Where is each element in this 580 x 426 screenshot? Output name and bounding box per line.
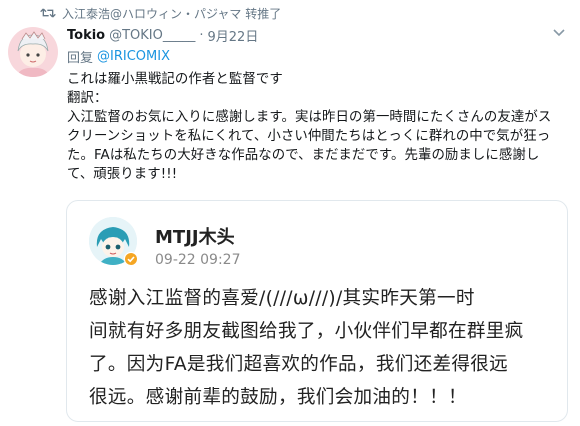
tweet-date[interactable]: 9月22日 bbox=[208, 26, 259, 45]
tweet-text-line: 翻訳： bbox=[67, 91, 108, 106]
avatar[interactable] bbox=[8, 27, 58, 77]
retweet-icon bbox=[40, 8, 56, 18]
quoted-post-text: 感谢入江监督的喜爱/(///ω///)/其实昨天第一时 间就有好多朋友截图给我了… bbox=[89, 282, 559, 414]
quoted-text-line: 很远。感谢前辈的鼓励，我们会加油的！！！ bbox=[89, 387, 467, 408]
quoted-post-card[interactable]: MTJJ木头 09-22 09:27 感谢入江监督的喜爱/(///ω///)/其… bbox=[66, 200, 568, 422]
reply-mention-link[interactable]: @IRICOMIX bbox=[97, 49, 170, 64]
tweet-text-line: クリーンショットを私にくれて、小さい仲間たちはとっくに群れの中で気が狂っ bbox=[67, 129, 551, 144]
user-handle[interactable]: @TOKIO_____ bbox=[109, 28, 195, 43]
retweet-indicator: 入江泰浩@ハロウィン・パジャマ 转推了 bbox=[40, 5, 281, 21]
quoted-text-line: 了。因为FA是我们超喜欢的作品，我们还差得很远 bbox=[89, 354, 509, 375]
reply-label: 回复 bbox=[67, 50, 94, 66]
tweet-header: Tokio @TOKIO_____ · 9月22日 bbox=[67, 26, 259, 45]
chevron-down-icon[interactable] bbox=[552, 28, 566, 38]
separator-dot: · bbox=[199, 27, 204, 43]
quoted-text-line: 间就有好多朋友截图给我了，小伙伴们早都在群里疯 bbox=[89, 321, 524, 342]
tweet-text-line: た。FAは私たちの大好きな作品なので、まだまだです。先輩の励ましに感謝し bbox=[67, 148, 540, 163]
user-avatar-image bbox=[8, 27, 58, 77]
tweet-text-line: これは羅小黒戦記の作者と監督です bbox=[67, 72, 283, 87]
display-name[interactable]: Tokio bbox=[67, 28, 105, 43]
quoted-text-line: 感谢入江监督的喜爱/(///ω///)/其实昨天第一时 bbox=[89, 288, 475, 309]
tweet-text-line: て、頑張ります!!! bbox=[67, 167, 178, 182]
retweeter-text[interactable]: 入江泰浩@ハロウィン・パジャマ 转推了 bbox=[62, 5, 281, 22]
tweet-text: これは羅小黒戦記の作者と監督です 翻訳： 入江監督のお気に入りに感謝します。実は… bbox=[67, 70, 572, 184]
verified-badge-icon bbox=[123, 251, 139, 267]
quoted-timestamp[interactable]: 09-22 09:27 bbox=[155, 252, 240, 268]
reply-context: 回复 @IRICOMIX bbox=[67, 48, 170, 66]
tweet-text-line: 入江監督のお気に入りに感謝します。実は昨日の第一時間にたくさんの友達がス bbox=[67, 110, 552, 125]
quoted-author-name[interactable]: MTJJ木头 bbox=[155, 223, 235, 249]
